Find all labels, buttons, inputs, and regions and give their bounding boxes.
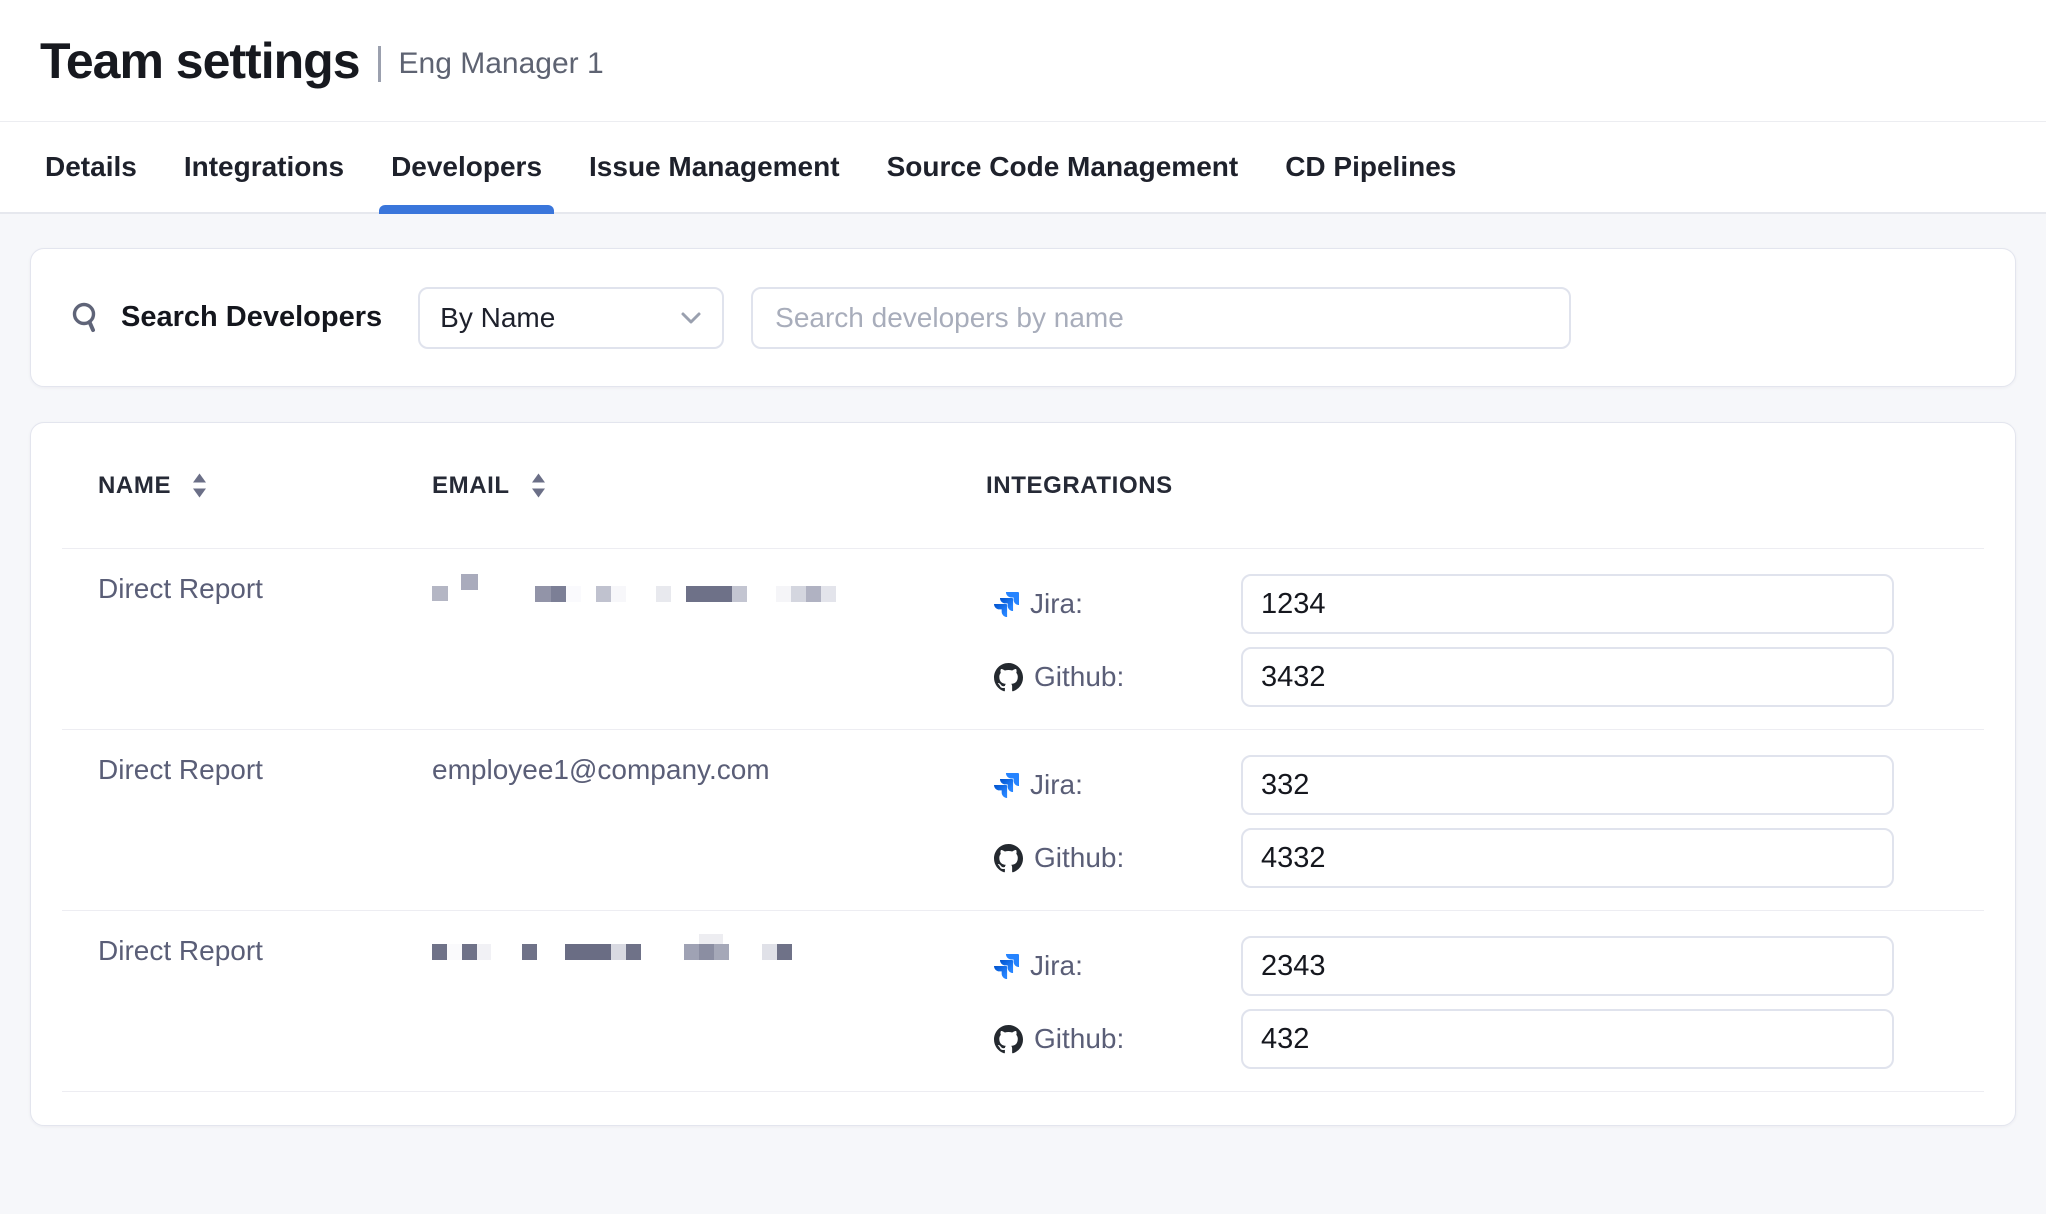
- jira-integration-row: Jira:: [986, 574, 1984, 634]
- tab-developers[interactable]: Developers: [379, 122, 554, 212]
- github-label-group: Github:: [986, 842, 1241, 874]
- redacted-email: [432, 936, 862, 966]
- chevron-down-icon: [680, 311, 702, 325]
- title-divider: [378, 46, 381, 82]
- tab-cd-pipelines[interactable]: CD Pipelines: [1273, 122, 1468, 212]
- table-row: Direct Report employee1@company.com Jira…: [62, 730, 1984, 911]
- redacted-email: [432, 574, 862, 604]
- filter-select-value: By Name: [440, 302, 555, 334]
- github-integration-row: Github:: [986, 1009, 1984, 1069]
- table-header-row: NAME EMAIL INTEGRATIONS: [62, 423, 1984, 549]
- jira-icon: [994, 592, 1019, 617]
- jira-label: Jira:: [1030, 588, 1083, 620]
- integrations-cell: Jira: Github:: [986, 574, 1984, 707]
- column-header-name-label: NAME: [98, 472, 171, 500]
- github-icon: [994, 663, 1023, 692]
- jira-integration-row: Jira:: [986, 936, 1984, 996]
- search-icon: [69, 300, 105, 336]
- jira-label-group: Jira:: [986, 769, 1241, 801]
- jira-id-input[interactable]: [1241, 755, 1894, 815]
- search-developers-panel: Search Developers By Name: [30, 248, 2016, 387]
- tab-issue-management[interactable]: Issue Management: [577, 122, 852, 212]
- filter-select[interactable]: By Name: [418, 287, 724, 349]
- sort-icon[interactable]: [191, 472, 208, 499]
- column-header-name[interactable]: NAME: [62, 472, 432, 500]
- jira-label: Jira:: [1030, 950, 1083, 982]
- developer-email: [432, 936, 986, 966]
- team-name-subtitle: Eng Manager 1: [399, 47, 604, 81]
- search-developers-label: Search Developers: [121, 301, 382, 334]
- integrations-cell: Jira: Github:: [986, 755, 1984, 888]
- github-label-group: Github:: [986, 1023, 1241, 1055]
- github-integration-row: Github:: [986, 647, 1984, 707]
- developer-name: Direct Report: [62, 936, 432, 966]
- table-row: Direct Report Jira:: [62, 549, 1984, 730]
- search-input[interactable]: [751, 287, 1571, 349]
- column-header-email[interactable]: EMAIL: [432, 472, 986, 500]
- tab-details[interactable]: Details: [33, 122, 149, 212]
- integrations-cell: Jira: Github:: [986, 936, 1984, 1069]
- github-icon: [994, 844, 1023, 873]
- tab-bar: Details Integrations Developers Issue Ma…: [0, 122, 2046, 214]
- table-row: Direct Report Jira:: [62, 911, 1984, 1092]
- github-label: Github:: [1034, 842, 1124, 874]
- jira-label-group: Jira:: [986, 950, 1241, 982]
- developer-email: [432, 574, 986, 604]
- jira-id-input[interactable]: [1241, 936, 1894, 996]
- jira-icon: [994, 954, 1019, 979]
- page-header: Team settings Eng Manager 1: [0, 0, 2046, 122]
- github-id-input[interactable]: [1241, 647, 1894, 707]
- github-id-input[interactable]: [1241, 1009, 1894, 1069]
- jira-label: Jira:: [1030, 769, 1083, 801]
- github-id-input[interactable]: [1241, 828, 1894, 888]
- sort-icon[interactable]: [530, 472, 547, 499]
- page-title: Team settings: [40, 32, 360, 90]
- github-integration-row: Github:: [986, 828, 1984, 888]
- tab-integrations[interactable]: Integrations: [172, 122, 356, 212]
- github-icon: [994, 1025, 1023, 1054]
- jira-id-input[interactable]: [1241, 574, 1894, 634]
- jira-icon: [994, 773, 1019, 798]
- page-content: Search Developers By Name NAME: [0, 214, 2046, 1126]
- jira-integration-row: Jira:: [986, 755, 1984, 815]
- github-label: Github:: [1034, 661, 1124, 693]
- column-header-integrations: INTEGRATIONS: [986, 472, 1984, 500]
- column-header-email-label: EMAIL: [432, 472, 510, 500]
- github-label-group: Github:: [986, 661, 1241, 693]
- developer-email: employee1@company.com: [432, 755, 986, 785]
- developer-name: Direct Report: [62, 755, 432, 785]
- developers-table: NAME EMAIL INTEGRATIONS: [30, 422, 2016, 1126]
- jira-label-group: Jira:: [986, 588, 1241, 620]
- tab-source-code-management[interactable]: Source Code Management: [875, 122, 1251, 212]
- github-label: Github:: [1034, 1023, 1124, 1055]
- developer-name: Direct Report: [62, 574, 432, 604]
- column-header-integrations-label: INTEGRATIONS: [986, 472, 1173, 500]
